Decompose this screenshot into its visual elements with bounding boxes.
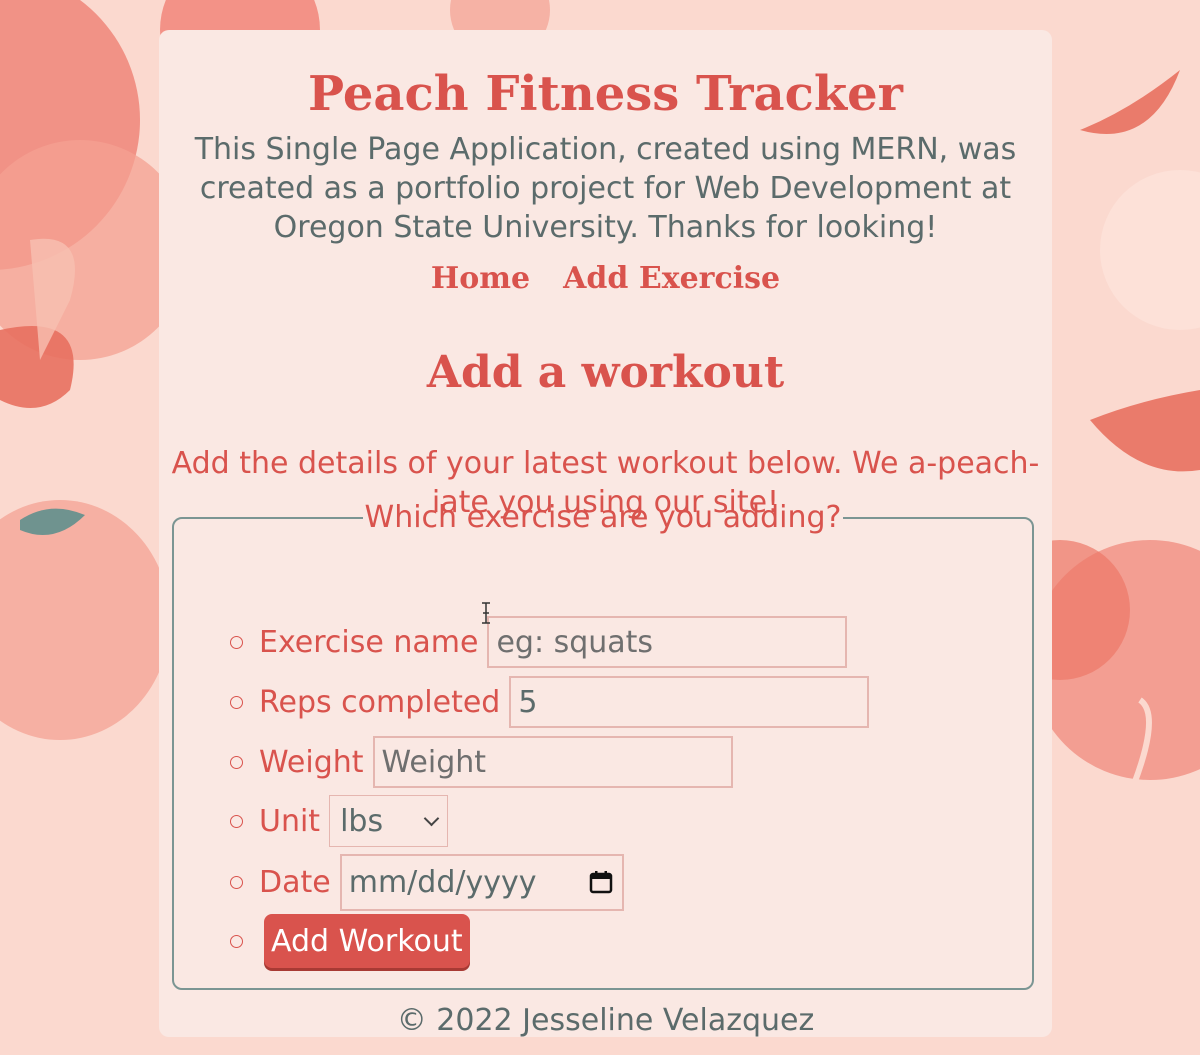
weight-input[interactable]: Weight (372, 736, 733, 788)
list-bullet (230, 875, 243, 889)
list-bullet (230, 755, 243, 769)
list-item: Reps completed 5 (230, 675, 870, 729)
list-bullet (230, 695, 243, 709)
list-item: Exercise name eg: squats (230, 615, 848, 669)
list-item: Unit lbs (230, 794, 449, 848)
section-heading: Add a workout (426, 347, 785, 398)
page-title: Peach Fitness Tracker (308, 66, 903, 122)
copyright-footer: © 2022 Jesseline Velazquez (396, 1003, 815, 1038)
nav-link-add-exercise[interactable]: Add Exercise (563, 261, 780, 296)
nav-link-home[interactable]: Home (431, 261, 530, 296)
list-item: Date mm/dd/yyyy (230, 853, 624, 911)
chevron-down-icon (423, 810, 440, 826)
list-bullet (230, 814, 243, 828)
text-cursor-icon (482, 602, 490, 624)
weight-placeholder: Weight (381, 744, 487, 780)
exercise-name-label: Exercise name (259, 624, 479, 660)
unit-label: Unit (259, 803, 321, 839)
form-legend: Which exercise are you adding? (364, 500, 842, 535)
exercise-name-input[interactable]: eg: squats (487, 616, 848, 668)
list-bullet (230, 934, 243, 948)
date-label: Date (259, 864, 331, 900)
date-placeholder: mm/dd/yyyy (348, 864, 537, 900)
unit-selected-value: lbs (340, 803, 384, 839)
form-fields-list: Exercise name eg: squats Reps completed … (174, 534, 1032, 988)
reps-label: Reps completed (259, 684, 501, 720)
weight-label: Weight (259, 744, 364, 780)
exercise-name-placeholder: eg: squats (496, 624, 654, 660)
calendar-icon[interactable] (589, 870, 613, 894)
add-workout-form: Which exercise are you adding? Exercise … (172, 502, 1034, 990)
intro-text: This Single Page Application, created us… (194, 132, 1017, 245)
add-workout-button[interactable]: Add Workout (264, 914, 470, 968)
main-nav: Home Add Exercise (159, 259, 1052, 299)
list-item: Add Workout (230, 914, 470, 968)
date-input[interactable]: mm/dd/yyyy (339, 853, 624, 911)
unit-select[interactable]: lbs (329, 795, 449, 847)
reps-value: 5 (518, 684, 538, 720)
list-item: Weight Weight (230, 735, 733, 789)
reps-input[interactable]: 5 (509, 676, 870, 728)
list-bullet (230, 635, 243, 649)
